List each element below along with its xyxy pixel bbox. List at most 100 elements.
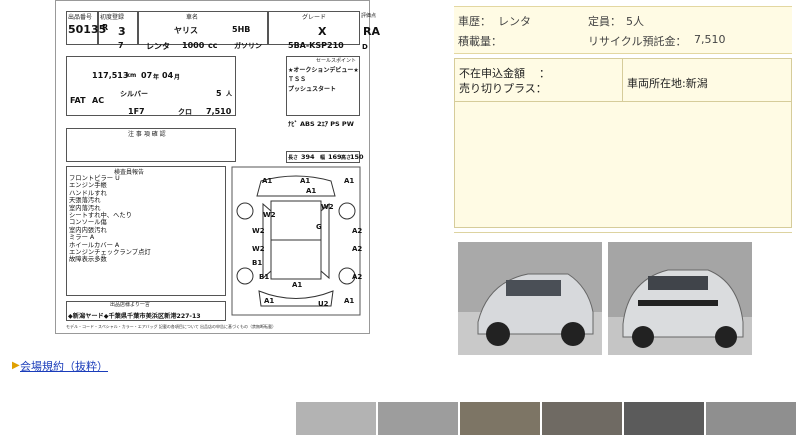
history-value: レンタ xyxy=(498,15,531,28)
note-item: 室内落汚れ xyxy=(69,204,101,212)
car-photo-front[interactable] xyxy=(458,242,602,355)
body-type: 5HB xyxy=(232,25,251,34)
fuel: ガソリン xyxy=(234,42,262,50)
sales-point-2: ＴＳＳ xyxy=(288,76,307,83)
thumbnail[interactable] xyxy=(542,402,622,435)
damage-mark: G xyxy=(316,223,322,231)
capacity-value: 5人 xyxy=(626,15,644,28)
vehicle-location: 車両所在地:新潟 xyxy=(627,77,708,90)
damage-mark: A1 xyxy=(344,297,355,305)
venue-rules-link[interactable]: 会場規約（抜粋） xyxy=(20,358,108,374)
sales-point-3: プッシュスタート xyxy=(288,86,337,93)
footer-title: 出品店様より一言 xyxy=(110,302,150,308)
damage-mark: B1 xyxy=(259,273,270,281)
displacement-unit: cc xyxy=(208,41,218,50)
grade-header: グレード xyxy=(302,14,327,21)
width: 169 xyxy=(328,153,342,161)
recycle-label: リサイクル預託金： xyxy=(588,35,687,48)
inspection-month: 04 xyxy=(162,71,174,80)
equipment: ﾅﾋﾞ ABS 2ｴｱ PS PW xyxy=(288,120,354,128)
arrow-bullet-icon: ▶ xyxy=(12,360,20,371)
score-header: 評価点 xyxy=(361,13,377,19)
score-value: RA xyxy=(363,25,380,38)
damage-mark: A1 xyxy=(300,177,311,185)
air-conditioning: AC xyxy=(92,96,105,105)
divider xyxy=(622,59,623,101)
bid-panel: 不在申込金額 ： 売り切りプラス： 車両所在地:新潟 xyxy=(454,58,792,228)
damage-mark: A1 xyxy=(262,177,273,185)
absentee-bid-separator: ： xyxy=(539,67,550,80)
year-header: 初度登録 xyxy=(100,14,125,21)
divider xyxy=(454,232,792,233)
note-item: 故障表示多数 xyxy=(69,256,107,264)
note-item: エンジン手帳 xyxy=(69,182,107,190)
thumbnail[interactable] xyxy=(624,402,704,435)
length: 394 xyxy=(301,153,315,161)
year-value: 3 xyxy=(118,25,126,38)
height: 150 xyxy=(350,153,364,161)
month-value: 7 xyxy=(118,41,124,50)
inspection-year-unit: 年 xyxy=(153,74,160,81)
era: R xyxy=(102,23,109,32)
use-type: レンタ xyxy=(146,42,170,51)
mileage-unit: km xyxy=(126,72,137,79)
length-label: 長さ xyxy=(288,155,299,161)
history-label: 車歴： xyxy=(458,15,491,28)
seats: 5 xyxy=(216,89,222,98)
vehicle-info-panel: 車歴： レンタ 定員： 5人 積載量： リサイクル預託金： 7,510 xyxy=(454,6,792,54)
inspection-month-unit: 月 xyxy=(174,74,181,81)
sell-out-plus-label: 売り切りプラス： xyxy=(459,82,547,95)
damage-mark: A2 xyxy=(352,273,363,281)
bid-labels: 不在申込金額 ： 売り切りプラス： xyxy=(459,66,550,96)
inspector-notes: フロントピラー U エンジン手帳 ハンドルすれ 天張落汚れ 室内落汚れ シートす… xyxy=(69,175,151,264)
model-code: 5BA-KSP210 xyxy=(288,41,344,50)
notes-title: 注 事 項 確 認 xyxy=(128,131,166,138)
damage-mark: U2 xyxy=(318,300,329,308)
damage-mark: W2 xyxy=(252,227,265,235)
damage-mark: A1 xyxy=(344,177,355,185)
car-photo-rear[interactable] xyxy=(608,242,752,355)
footer-text: ◆新潟ヤード◆千葉県千葉市美浜区新港227-13 xyxy=(68,313,201,320)
bid-row: 不在申込金額 ： 売り切りプラス： 車両所在地:新潟 xyxy=(455,59,791,102)
thumbnail[interactable] xyxy=(706,402,796,435)
thumbnail[interactable] xyxy=(460,402,540,435)
damage-mark: A2 xyxy=(352,227,363,235)
car-front-image xyxy=(458,242,602,355)
name-header: 車名 xyxy=(186,14,199,21)
lot-header: 出品番号 xyxy=(68,14,93,21)
damage-mark: W2 xyxy=(263,211,276,219)
displacement: 1000 xyxy=(182,41,205,50)
car-name: ヤリス xyxy=(174,26,198,35)
damage-mark: W2 xyxy=(252,245,265,253)
damage-mark: A2 xyxy=(352,245,363,253)
note-item: ミラー A xyxy=(69,234,95,242)
damage-mark: B1 xyxy=(252,259,263,267)
sales-point-1: ★オークションデビュー★ xyxy=(288,67,359,74)
interior-score: D xyxy=(362,43,368,51)
damage-mark: W2 xyxy=(321,203,334,211)
damage-mark: A1 xyxy=(292,281,303,289)
seats-unit: 人 xyxy=(226,91,233,98)
transmission: FAT xyxy=(70,96,86,105)
note-item: 天張落汚れ xyxy=(69,197,101,205)
mileage: 117,513 xyxy=(92,71,129,80)
recycle-fee-sheet: 7,510 xyxy=(206,107,232,116)
grade-value: X xyxy=(318,25,327,38)
damage-mark: A1 xyxy=(306,187,317,195)
inspection-year: 07 xyxy=(141,71,153,80)
sales-points-title: セールスポイント xyxy=(316,58,357,64)
thumbnail[interactable] xyxy=(296,402,376,435)
car-rear-image xyxy=(608,242,752,355)
thumbnail[interactable] xyxy=(378,402,458,435)
color-code: 1F7 xyxy=(128,107,145,116)
note-item: ホイールカバー A xyxy=(69,241,120,249)
damage-mark: A1 xyxy=(264,297,275,305)
auction-sheet: 出品番号 50135 初度登録 R 3 7 車名 ヤリス 5HB レンタ 100… xyxy=(55,0,380,334)
absentee-bid-label: 不在申込金額 xyxy=(459,67,525,80)
interior-color: クロ xyxy=(178,108,192,116)
recycle-value: 7,510 xyxy=(694,33,726,46)
sheet-disclaimer: モデル・コード・スペシャル・カラー・エアバッグ 記載の各項目について 出品店の申… xyxy=(66,324,276,329)
width-label: 幅 xyxy=(320,155,326,161)
note-item: コンソール傷 xyxy=(69,219,107,227)
car-diagram xyxy=(231,166,361,316)
